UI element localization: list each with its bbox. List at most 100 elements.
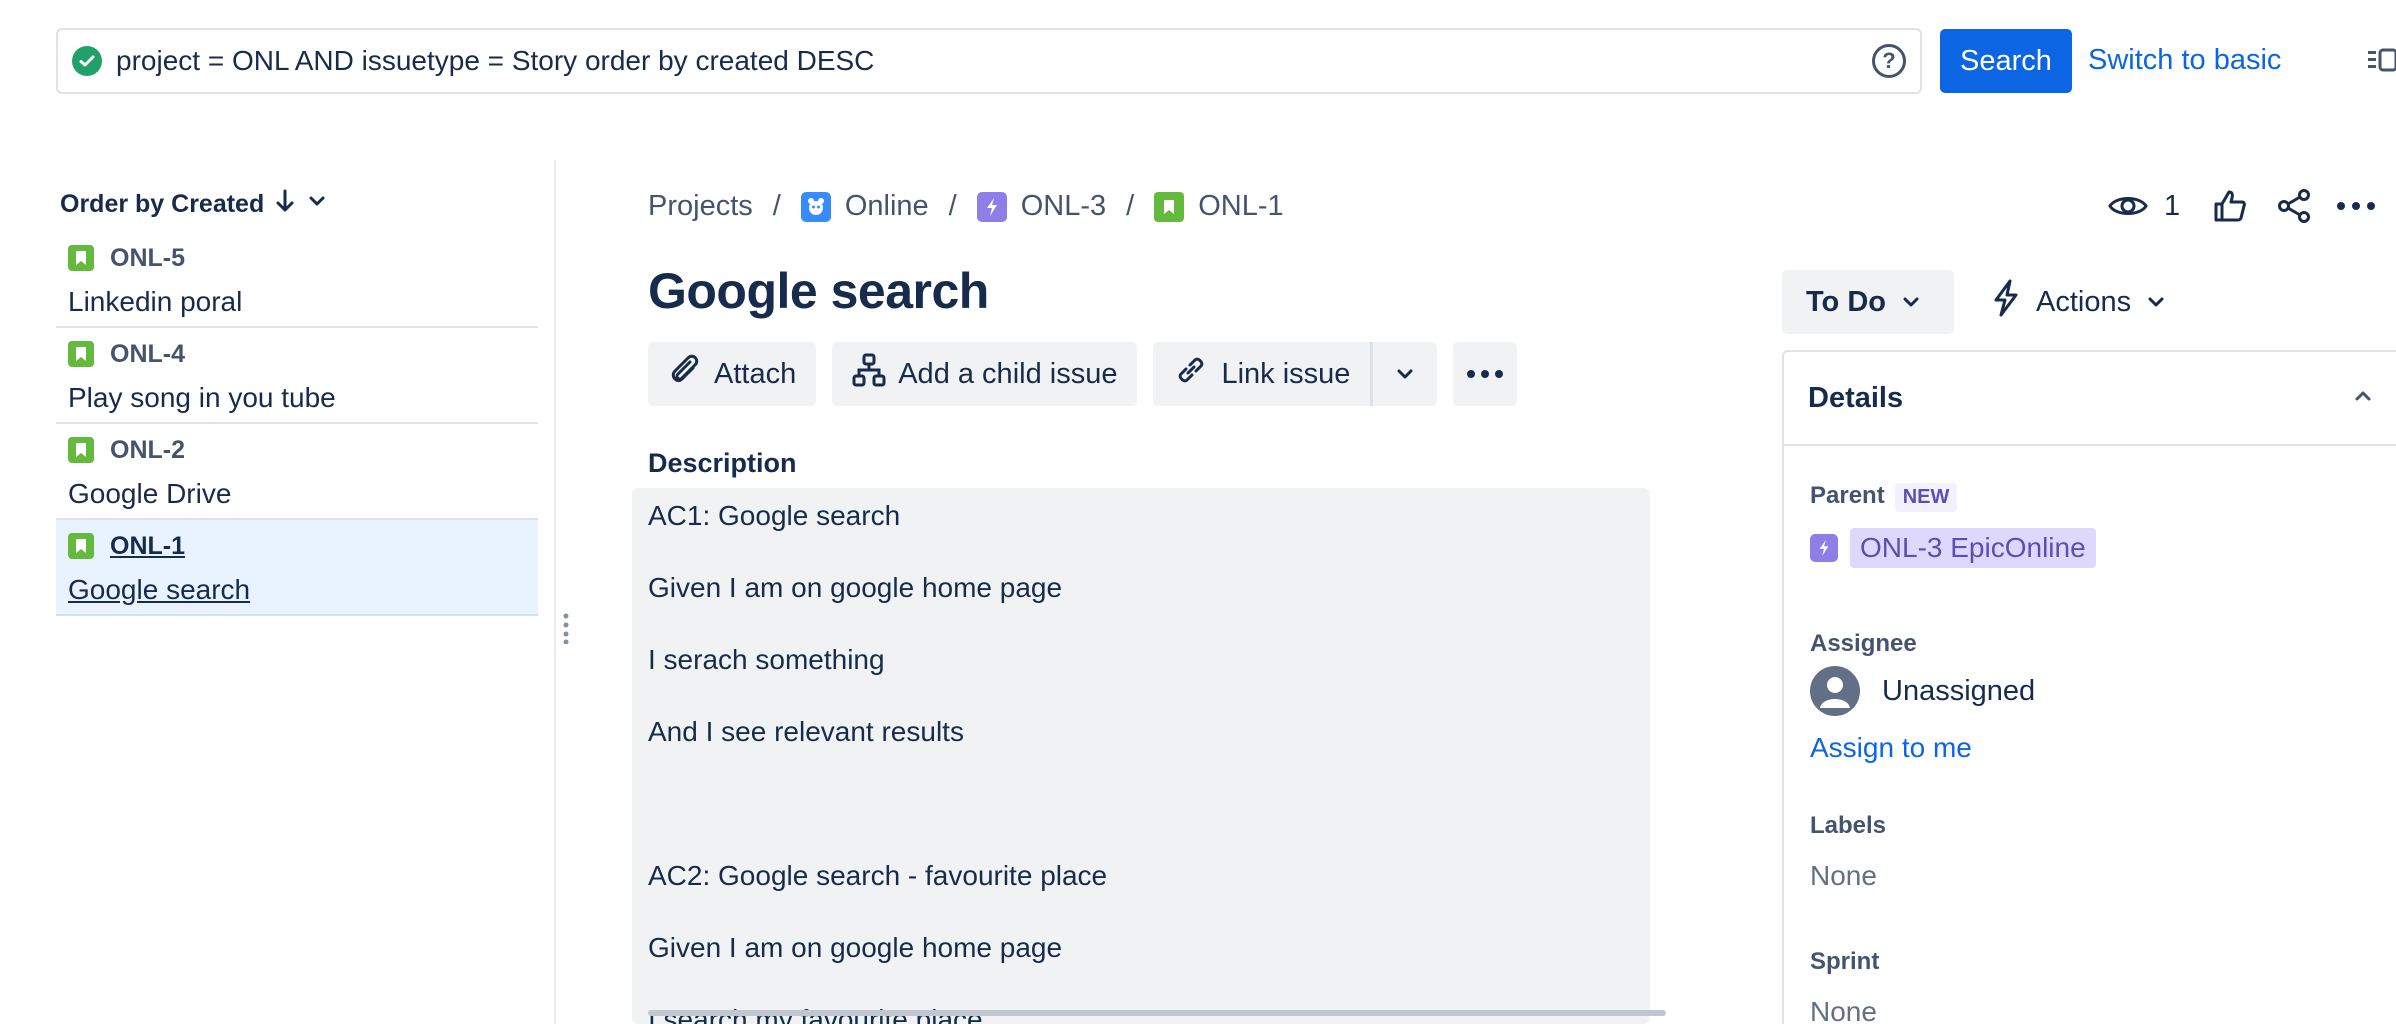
- horizontal-scrollbar[interactable]: [648, 1010, 1666, 1016]
- list-item[interactable]: ONL-4 Play song in you tube: [56, 328, 538, 424]
- description-line: Given I am on google home page: [648, 572, 1063, 603]
- panel-divider: [554, 160, 556, 1024]
- description-label: Description: [648, 448, 797, 478]
- issue-title: Linkedin poral: [68, 286, 243, 317]
- story-icon: [1154, 191, 1185, 222]
- chevron-down-icon: [1903, 297, 1919, 307]
- issue-key: ONL-4: [110, 339, 185, 368]
- story-icon: [68, 437, 94, 463]
- epic-icon: [976, 191, 1007, 222]
- link-issue-split-button: Link issue: [1153, 342, 1438, 406]
- description-line: I serach something: [648, 644, 885, 675]
- chevron-down-icon[interactable]: [1373, 342, 1437, 406]
- story-icon: [68, 341, 94, 367]
- issue-list: ONL-5 Linkedin poral ONL-4 Play song in …: [56, 232, 538, 616]
- eye-icon: [2108, 186, 2148, 226]
- breadcrumb-separator: /: [1126, 190, 1135, 222]
- description-line: [648, 776, 1634, 848]
- add-child-label: Add a child issue: [898, 357, 1118, 390]
- arrow-down-icon[interactable]: [274, 188, 296, 221]
- layout-toggle-icon[interactable]: [2366, 46, 2396, 76]
- breadcrumb-separator: /: [948, 190, 957, 222]
- parent-label: Parent: [1810, 482, 1885, 509]
- description-line: And I see relevant results: [648, 716, 964, 747]
- link-issue-button[interactable]: Link issue: [1153, 342, 1370, 406]
- description-line: I search my favourite place: [648, 992, 1634, 1024]
- order-by-control[interactable]: Order by Created: [60, 188, 328, 221]
- description-line: Given I am on google home page: [648, 932, 1063, 963]
- order-by-label: Order by Created: [60, 190, 265, 218]
- issue-toolbar: Attach Add a child issue Link issue: [648, 342, 1518, 406]
- hierarchy-icon: [852, 353, 886, 395]
- link-issue-label: Link issue: [1221, 357, 1351, 390]
- assignee-label: Assignee: [1810, 630, 1917, 657]
- breadcrumb-issue-label: ONL-1: [1198, 190, 1284, 222]
- chevron-up-icon[interactable]: [2352, 385, 2374, 412]
- issue-title-heading[interactable]: Google search: [648, 262, 989, 320]
- actions-dropdown[interactable]: Actions: [1990, 270, 2167, 334]
- list-item-selected[interactable]: ONL-1 Google search: [56, 520, 538, 616]
- breadcrumb: Projects / Online / ONL-3 / ONL-1: [648, 190, 1284, 223]
- list-item[interactable]: ONL-5 Linkedin poral: [56, 232, 538, 328]
- breadcrumb-epic-label: ONL-3: [1020, 190, 1107, 222]
- link-icon: [1173, 352, 1209, 396]
- breadcrumb-issue[interactable]: ONL-1: [1154, 190, 1284, 223]
- details-panel: Details Parent NEW ONL-3 EpicOnline Assig…: [1782, 350, 2396, 1024]
- watch-count: 1: [2164, 189, 2181, 222]
- details-header[interactable]: Details: [1784, 352, 2396, 446]
- project-avatar-icon: [800, 191, 831, 222]
- thumbs-up-icon[interactable]: [2210, 186, 2250, 226]
- add-child-issue-button[interactable]: Add a child issue: [832, 342, 1138, 406]
- labels-value[interactable]: None: [1810, 860, 1877, 892]
- issue-title: Google search: [68, 574, 251, 605]
- resize-handle-icon[interactable]: [562, 612, 570, 645]
- description-editor[interactable]: AC1: Google search Given I am on google …: [632, 488, 1650, 1024]
- parent-field-label: Parent NEW: [1810, 482, 1958, 512]
- status-label: To Do: [1806, 285, 1886, 318]
- story-icon: [68, 245, 94, 271]
- new-badge: NEW: [1894, 483, 1958, 512]
- switch-to-basic-link[interactable]: Switch to basic: [2088, 44, 2281, 77]
- assignee-value: Unassigned: [1882, 674, 2036, 707]
- parent-link[interactable]: ONL-3 EpicOnline: [1850, 528, 2096, 568]
- attach-button[interactable]: Attach: [648, 342, 817, 406]
- avatar-icon: [1810, 666, 1860, 716]
- issue-key: ONL-5: [110, 243, 185, 272]
- lightning-icon: [1990, 279, 2022, 325]
- breadcrumb-projects[interactable]: Projects: [648, 190, 753, 223]
- help-icon[interactable]: ?: [1872, 44, 1906, 78]
- issue-key: ONL-1: [110, 531, 185, 560]
- more-horizontal-icon[interactable]: [2336, 186, 2376, 226]
- chevron-down-icon: [2148, 297, 2164, 307]
- paperclip-icon: [668, 353, 702, 395]
- watch-button[interactable]: 1: [2108, 186, 2180, 226]
- issue-header-actions: 1: [2108, 186, 2376, 226]
- status-dropdown[interactable]: To Do: [1782, 270, 1954, 334]
- story-icon: [68, 533, 94, 559]
- issue-key: ONL-2: [110, 435, 185, 464]
- search-button[interactable]: Search: [1940, 29, 2072, 93]
- breadcrumb-project[interactable]: Online: [800, 190, 929, 223]
- issue-title: Google Drive: [68, 478, 232, 509]
- more-horizontal-icon: [1467, 370, 1504, 378]
- details-title: Details: [1808, 381, 1904, 414]
- epic-icon: [1810, 534, 1838, 562]
- chevron-down-icon[interactable]: [306, 190, 328, 219]
- assignee-field[interactable]: Unassigned: [1810, 666, 2035, 716]
- sprint-label: Sprint: [1810, 948, 1880, 975]
- attach-label: Attach: [714, 357, 797, 390]
- check-circle-icon: [72, 46, 102, 76]
- list-item[interactable]: ONL-2 Google Drive: [56, 424, 538, 520]
- more-actions-button[interactable]: [1453, 342, 1518, 406]
- description-line: AC2: Google search - favourite place: [648, 860, 1108, 891]
- sprint-value[interactable]: None: [1810, 996, 1877, 1024]
- parent-field[interactable]: ONL-3 EpicOnline: [1810, 528, 2096, 568]
- breadcrumb-project-label: Online: [844, 190, 929, 222]
- breadcrumb-epic[interactable]: ONL-3: [976, 190, 1107, 223]
- jql-search-field[interactable]: project = ONL AND issuetype = Story orde…: [56, 28, 1922, 94]
- share-icon[interactable]: [2274, 186, 2314, 226]
- breadcrumb-separator: /: [772, 190, 781, 222]
- assign-to-me-link[interactable]: Assign to me: [1810, 732, 1972, 764]
- labels-label: Labels: [1810, 812, 1887, 839]
- jql-query-text[interactable]: project = ONL AND issuetype = Story orde…: [116, 45, 1872, 77]
